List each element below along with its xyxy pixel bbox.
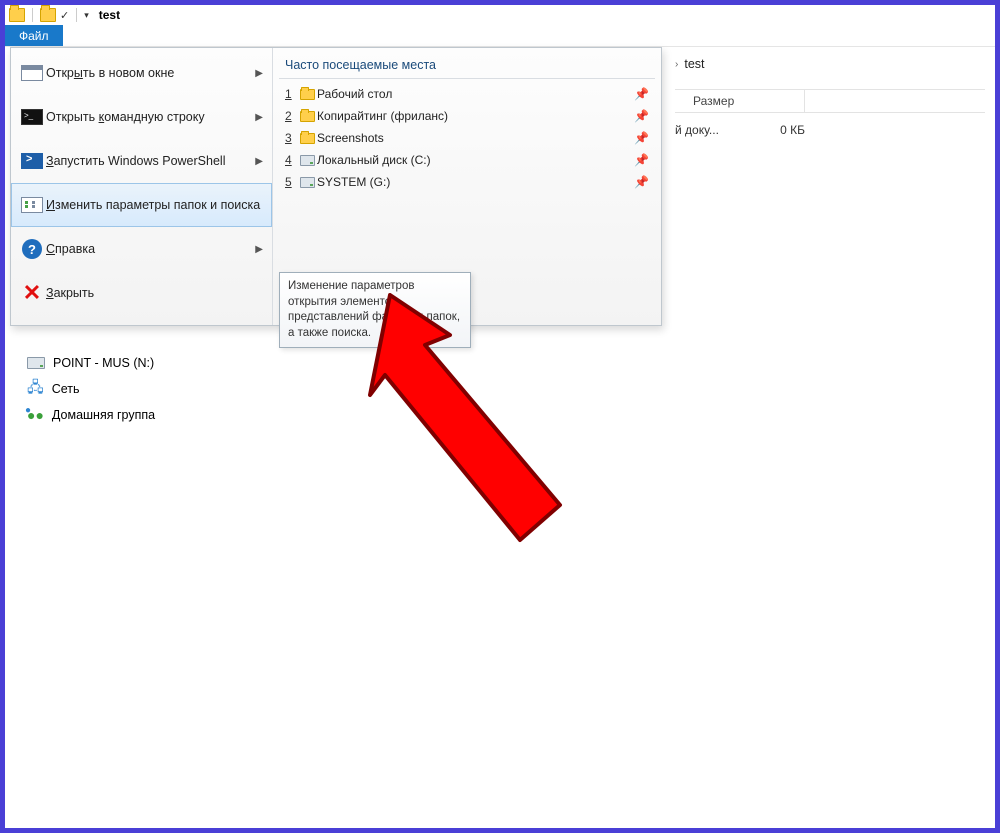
titlebar: ✓ ▾ test bbox=[5, 5, 995, 25]
frequent-places-header: Часто посещаемые места bbox=[279, 56, 655, 79]
pin-icon[interactable]: 📌 bbox=[634, 131, 649, 145]
close-icon: ✕ bbox=[18, 282, 46, 304]
menu-label: Закрыть bbox=[46, 286, 263, 300]
menu-close[interactable]: ✕ Закрыть bbox=[11, 271, 272, 315]
submenu-arrow-icon: ▶ bbox=[255, 68, 263, 79]
accelerator-number: 2 bbox=[285, 109, 297, 123]
breadcrumb-current[interactable]: test bbox=[684, 57, 704, 71]
folder-options-tooltip: Изменение параметров открытия элементов,… bbox=[279, 272, 471, 348]
chevron-right-icon: › bbox=[675, 59, 678, 70]
frequent-label: SYSTEM (G:) bbox=[317, 175, 634, 189]
frequent-item-system-g[interactable]: 5 SYSTEM (G:) 📌 bbox=[279, 171, 655, 193]
menu-help[interactable]: ? Справка ▶ bbox=[11, 227, 272, 271]
menu-open-new-window[interactable]: Открыть в новом окне ▶ bbox=[11, 51, 272, 95]
drive-icon bbox=[27, 357, 45, 369]
pin-icon[interactable]: 📌 bbox=[634, 175, 649, 189]
file-size: 0 КБ bbox=[745, 123, 805, 137]
frequent-item-screenshots[interactable]: 3 Screenshots 📌 bbox=[279, 127, 655, 149]
window-title: test bbox=[99, 8, 120, 22]
menu-label: Справка bbox=[46, 242, 255, 256]
file-menu-panel: Открыть в новом окне ▶ Открыть командную… bbox=[10, 47, 662, 326]
frequent-label: Рабочий стол bbox=[317, 87, 634, 101]
col-size[interactable]: Размер bbox=[675, 90, 805, 112]
menu-label: Открыть командную строку bbox=[46, 110, 255, 124]
sidebar-item-drive-n[interactable]: POINT - MUS (N:) bbox=[27, 350, 155, 376]
disk-icon bbox=[297, 155, 317, 166]
breadcrumb[interactable]: › test bbox=[675, 57, 705, 71]
file-tab[interactable]: Файл bbox=[5, 25, 63, 46]
quickaccess-properties-icon[interactable]: ✓ bbox=[60, 9, 69, 22]
window-icon bbox=[18, 65, 46, 81]
separator bbox=[76, 8, 77, 22]
pin-icon[interactable]: 📌 bbox=[634, 87, 649, 101]
menu-label: Изменить параметры папок и поиска bbox=[46, 198, 263, 212]
pin-icon[interactable]: 📌 bbox=[634, 153, 649, 167]
quickaccess-folder-icon[interactable] bbox=[40, 8, 56, 22]
accelerator-number: 1 bbox=[285, 87, 297, 101]
quickaccess-customize-dropdown[interactable]: ▾ bbox=[84, 10, 89, 21]
frequent-item-local-disk-c[interactable]: 4 Локальный диск (C:) 📌 bbox=[279, 149, 655, 171]
network-icon: 🖧 bbox=[27, 377, 44, 402]
ribbon-tab-row: Файл bbox=[5, 25, 995, 47]
frequent-item-copywriting[interactable]: 2 Копирайтинг (фриланс) 📌 bbox=[279, 105, 655, 127]
homegroup-icon: ●● bbox=[27, 407, 44, 423]
menu-folder-options[interactable]: Изменить параметры папок и поиска bbox=[11, 183, 272, 227]
frequent-label: Screenshots bbox=[317, 131, 634, 145]
file-type-partial: й доку... bbox=[675, 123, 735, 137]
disk-icon bbox=[297, 177, 317, 188]
powershell-icon bbox=[18, 153, 46, 169]
folder-icon bbox=[297, 133, 317, 144]
frequent-label: Копирайтинг (фриланс) bbox=[317, 109, 634, 123]
cmd-icon bbox=[18, 109, 46, 125]
col-size-label: Размер bbox=[693, 94, 734, 108]
menu-label: Открыть в новом окне bbox=[46, 66, 255, 80]
frequent-label: Локальный диск (C:) bbox=[317, 153, 634, 167]
accelerator-number: 5 bbox=[285, 175, 297, 189]
sidebar-item-homegroup[interactable]: ●● Домашняя группа bbox=[27, 402, 155, 428]
folder-icon bbox=[297, 89, 317, 100]
sidebar-item-network[interactable]: 🖧 Сеть bbox=[27, 376, 155, 402]
sidebar-label: POINT - MUS (N:) bbox=[53, 356, 154, 370]
accelerator-number: 3 bbox=[285, 131, 297, 145]
menu-open-command-prompt[interactable]: Открыть командную строку ▶ bbox=[11, 95, 272, 139]
folder-icon bbox=[297, 111, 317, 122]
accelerator-number: 4 bbox=[285, 153, 297, 167]
navigation-pane: POINT - MUS (N:) 🖧 Сеть ●● Домашняя груп… bbox=[27, 350, 155, 428]
file-tab-label: Файл bbox=[19, 29, 49, 43]
column-headers: Размер bbox=[675, 89, 985, 113]
file-menu-left: Открыть в новом окне ▶ Открыть командную… bbox=[11, 48, 273, 325]
separator bbox=[32, 8, 33, 22]
folder-icon bbox=[9, 8, 25, 22]
file-row[interactable]: й доку... 0 КБ bbox=[675, 123, 805, 137]
menu-label: Запустить Windows PowerShell bbox=[46, 154, 255, 168]
menu-open-powershell[interactable]: Запустить Windows PowerShell ▶ bbox=[11, 139, 272, 183]
submenu-arrow-icon: ▶ bbox=[255, 156, 263, 167]
frequent-item-desktop[interactable]: 1 Рабочий стол 📌 bbox=[279, 83, 655, 105]
submenu-arrow-icon: ▶ bbox=[255, 244, 263, 255]
sidebar-label: Сеть bbox=[52, 382, 80, 396]
sidebar-label: Домашняя группа bbox=[52, 408, 155, 422]
submenu-arrow-icon: ▶ bbox=[255, 112, 263, 123]
pin-icon[interactable]: 📌 bbox=[634, 109, 649, 123]
options-icon bbox=[18, 197, 46, 213]
help-icon: ? bbox=[18, 239, 46, 259]
